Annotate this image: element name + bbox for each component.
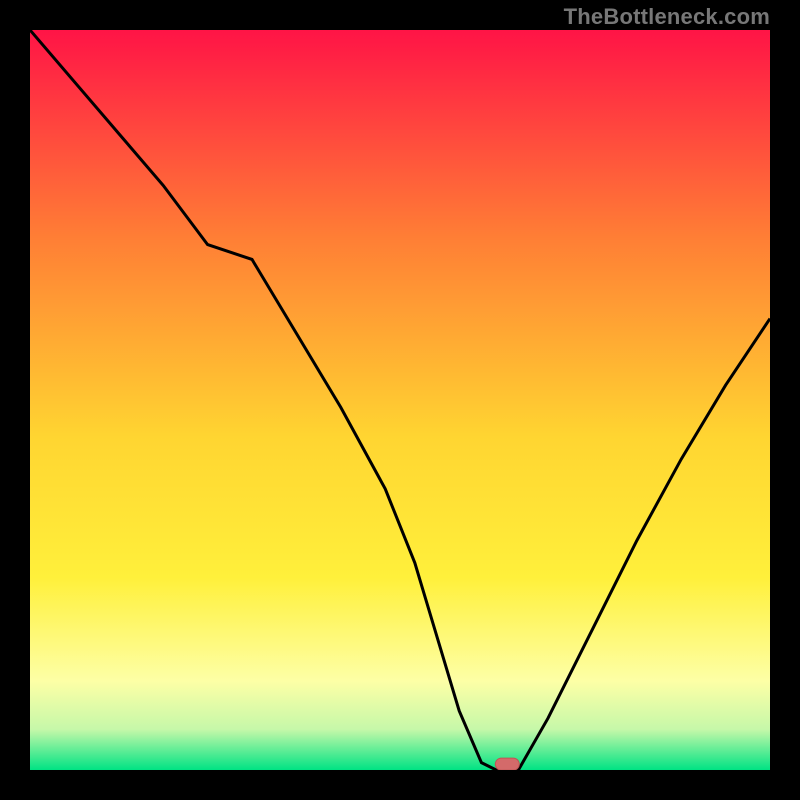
plot-area (30, 30, 770, 770)
chart-frame: { "watermark": "TheBottleneck.com", "col… (0, 0, 800, 800)
gradient-background (30, 30, 770, 770)
plot-svg (30, 30, 770, 770)
optimum-marker (495, 758, 519, 770)
watermark-text: TheBottleneck.com (564, 4, 770, 30)
